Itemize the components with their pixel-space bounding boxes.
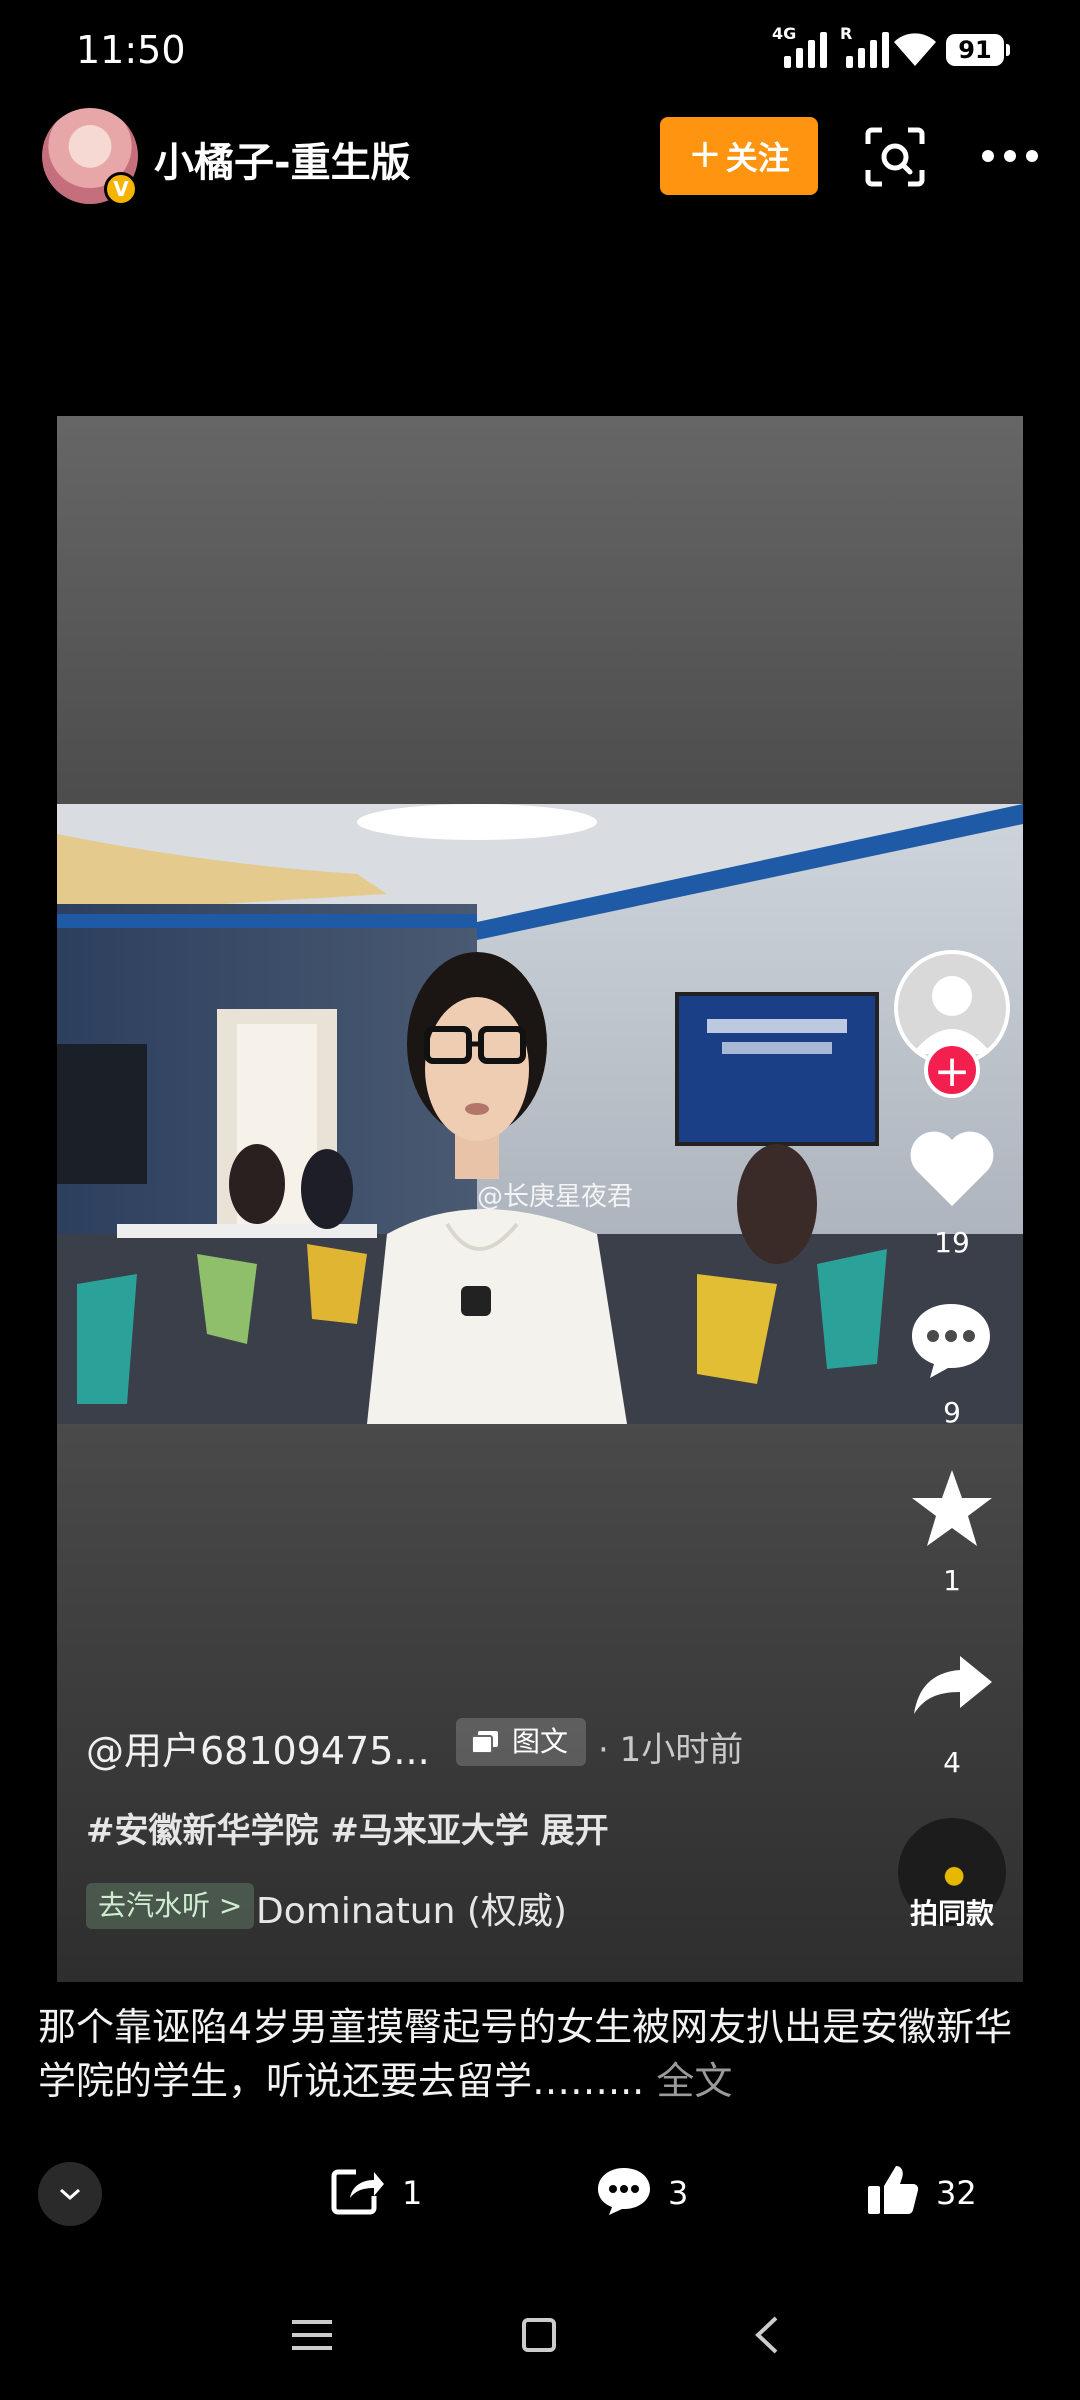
comment-bar-icon[interactable] bbox=[596, 2166, 652, 2216]
follow-label: 关注 bbox=[725, 139, 790, 177]
comment-icon[interactable] bbox=[908, 1300, 994, 1380]
image-watermark: @长庚星夜君 bbox=[477, 1182, 634, 1212]
scan-icon[interactable] bbox=[864, 126, 926, 188]
thumbs-up-icon[interactable] bbox=[866, 2164, 920, 2216]
signal-icon-2 bbox=[846, 30, 889, 68]
creator-follow-button[interactable]: + bbox=[924, 1042, 980, 1098]
repost-count: 1 bbox=[402, 2174, 423, 2212]
post-time: · 1小时前 bbox=[598, 1730, 744, 1770]
follow-button[interactable]: + 关注 bbox=[660, 117, 818, 195]
comment-count: 9 bbox=[943, 1396, 961, 1429]
share-count: 4 bbox=[943, 1746, 961, 1779]
hashtags[interactable]: #安徽新华学院 #马来亚大学 展开 bbox=[86, 1803, 609, 1852]
like-count: 19 bbox=[934, 1226, 970, 1259]
repost-icon[interactable] bbox=[330, 2166, 386, 2216]
status-time: 11:50 bbox=[76, 28, 186, 72]
back-icon[interactable] bbox=[752, 2314, 782, 2356]
share-icon[interactable] bbox=[912, 1652, 994, 1716]
video-frame[interactable] bbox=[57, 804, 1023, 1424]
signal-icon bbox=[784, 30, 827, 68]
chevron-down-icon bbox=[60, 2188, 80, 2201]
music-title[interactable]: Dominatun (权威) bbox=[256, 1882, 567, 1934]
comment-bar-count: 3 bbox=[668, 2174, 689, 2212]
like-bar-count: 32 bbox=[936, 2174, 977, 2212]
author-name[interactable]: 小橘子-重生版 bbox=[154, 130, 411, 188]
post-text[interactable]: 那个靠诬陷4岁男童摸臀起号的女生被网友扒出是安徽新华学院的学生，听说还要去留学…… bbox=[38, 2000, 1042, 2108]
post-author-handle[interactable]: @用户68109475... bbox=[86, 1720, 430, 1775]
home-icon[interactable] bbox=[522, 2318, 556, 2352]
menu-icon[interactable] bbox=[292, 2318, 332, 2352]
same-style-label[interactable]: 拍同款 bbox=[890, 1892, 1014, 1932]
verified-badge: V bbox=[104, 172, 138, 206]
like-icon[interactable] bbox=[910, 1130, 994, 1208]
follow-plus: + bbox=[688, 131, 722, 177]
more-icon[interactable] bbox=[982, 150, 1038, 164]
post-body: 那个靠诬陷4岁男童摸臀起号的女生被网友扒出是安徽新华学院的学生，听说还要去留学…… bbox=[38, 2005, 1013, 2103]
image-text-icon bbox=[472, 1731, 498, 1753]
read-more-link[interactable]: 全文 bbox=[656, 2059, 732, 2103]
music-chip[interactable]: 去汽水听 > bbox=[86, 1883, 255, 1929]
wifi-icon bbox=[894, 33, 936, 66]
collapse-button[interactable] bbox=[38, 2162, 102, 2226]
favorite-count: 1 bbox=[943, 1564, 961, 1597]
battery-indicator: 91 bbox=[946, 34, 1010, 66]
favorite-icon[interactable] bbox=[910, 1468, 994, 1548]
